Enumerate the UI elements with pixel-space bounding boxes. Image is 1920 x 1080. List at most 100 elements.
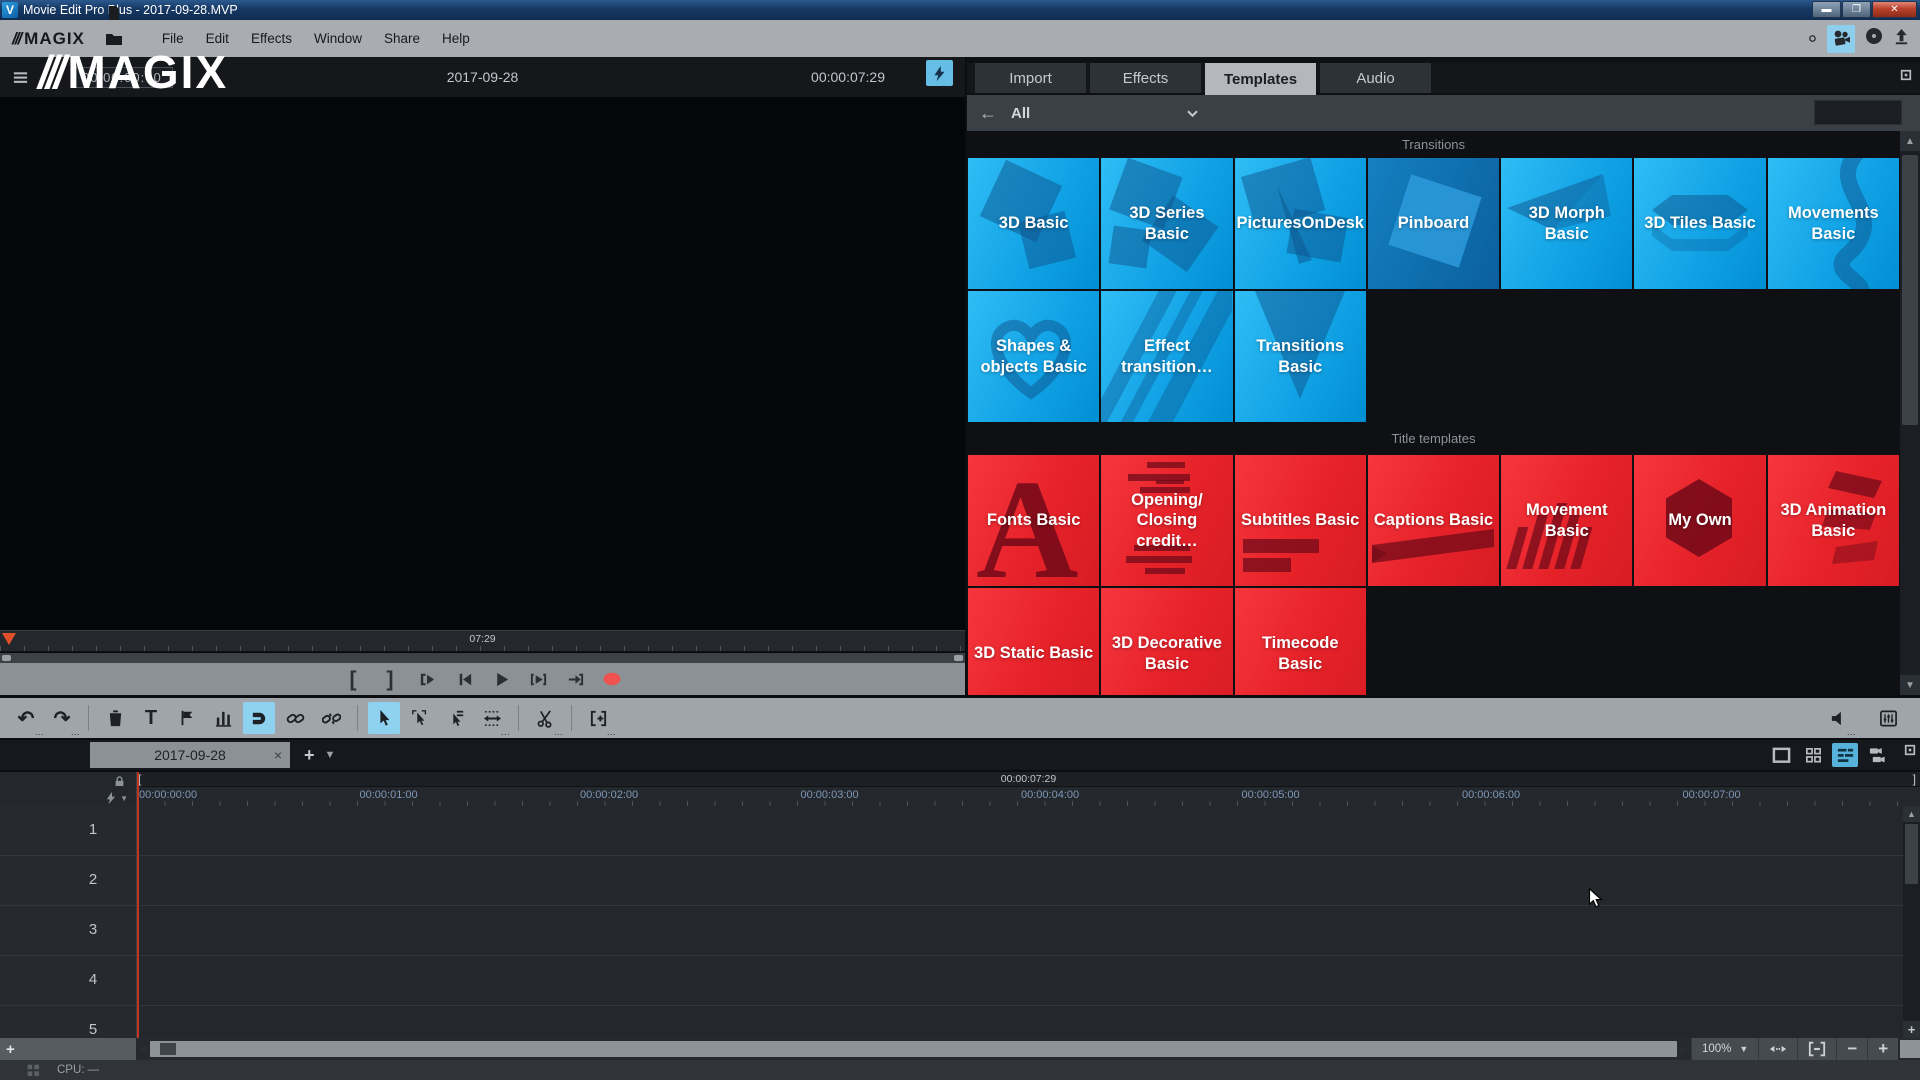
zoom-fit-width-button[interactable] bbox=[1758, 1038, 1797, 1060]
add-track-button[interactable]: + bbox=[1903, 1021, 1920, 1038]
template-tile-opening-closing-credit[interactable]: Opening/ Closing credit… bbox=[1101, 455, 1233, 586]
menu-help[interactable]: Help bbox=[433, 27, 479, 50]
jump-to-start-button[interactable] bbox=[416, 666, 438, 692]
template-tile-3d-animation-basic[interactable]: 3D Animation Basic bbox=[1767, 455, 1899, 586]
close-button[interactable]: ✕ bbox=[1872, 1, 1917, 18]
delete-button[interactable] bbox=[99, 702, 131, 734]
multicam-mode-button[interactable] bbox=[1864, 743, 1890, 767]
tab-list-dropdown-icon[interactable]: ▼ bbox=[325, 749, 336, 761]
preview-scrollbar[interactable] bbox=[0, 653, 965, 663]
mouse-mode-object-button[interactable] bbox=[404, 702, 436, 734]
scroll-down-icon[interactable]: ▼ bbox=[1900, 675, 1920, 695]
template-tile-3d-decorative-basic[interactable]: 3D Decorative Basic bbox=[1101, 588, 1233, 695]
track-header[interactable] bbox=[0, 956, 137, 1005]
set-marker-button[interactable] bbox=[171, 702, 203, 734]
redo-button[interactable]: ↷ bbox=[46, 702, 80, 738]
preview-scrub-ruler[interactable]: 07:29 bbox=[0, 630, 965, 652]
zoom-out-button[interactable]: − bbox=[1836, 1038, 1867, 1060]
template-tile-my-own[interactable]: My Own bbox=[1634, 455, 1766, 586]
scrollbar-thumb[interactable] bbox=[1905, 824, 1918, 884]
template-tile-shapes-objects-basic[interactable]: Shapes & objects Basic bbox=[968, 291, 1100, 422]
mixer-button[interactable] bbox=[1872, 702, 1904, 734]
timeline-mode-button[interactable] bbox=[1832, 743, 1858, 767]
menu-file[interactable]: File bbox=[153, 27, 193, 50]
title-bar[interactable]: V Movie Edit Pro Plus - 2017-09-28.MVP ▬… bbox=[0, 0, 1920, 20]
menu-window[interactable]: Window bbox=[305, 27, 371, 50]
lock-icon[interactable] bbox=[113, 775, 126, 788]
track-header[interactable] bbox=[0, 856, 137, 905]
track-rows[interactable]: 1 2 3 4 5 bbox=[0, 806, 1903, 1056]
scroll-right-icon[interactable]: ▶ bbox=[1677, 1044, 1691, 1055]
video-camera-button[interactable] bbox=[1827, 24, 1855, 53]
template-tile-subtitles-basic[interactable]: Subtitles Basic bbox=[1234, 455, 1366, 586]
burn-disc-button[interactable] bbox=[1865, 27, 1883, 50]
hscrollbar-thumb[interactable] bbox=[159, 1043, 176, 1055]
mouse-mode-single-button[interactable] bbox=[368, 702, 400, 734]
maximize-button[interactable]: ❐ bbox=[1842, 1, 1871, 18]
menu-share[interactable]: Share bbox=[375, 27, 429, 50]
new-track-button[interactable]: + bbox=[0, 1038, 136, 1060]
timeline-playhead[interactable] bbox=[137, 772, 139, 1038]
menu-edit[interactable]: Edit bbox=[197, 27, 238, 50]
pool-undock-icon[interactable] bbox=[1900, 69, 1912, 81]
template-tile-3d-basic[interactable]: 3D Basic bbox=[968, 158, 1100, 289]
timeline-undock-icon[interactable] bbox=[1904, 744, 1916, 756]
track-row-4[interactable]: 4 bbox=[0, 956, 1903, 1006]
tab-audio[interactable]: Audio bbox=[1320, 63, 1431, 93]
zoom-in-button[interactable]: + bbox=[1867, 1038, 1898, 1060]
template-tile-fonts-basic[interactable]: A Fonts Basic bbox=[968, 455, 1100, 586]
template-tile-3d-static-basic[interactable]: 3D Static Basic bbox=[968, 588, 1100, 695]
pool-scrollbar-thumb[interactable] bbox=[1902, 155, 1918, 425]
automation-icon[interactable]: ▼ bbox=[104, 791, 128, 805]
timeline-range-bar[interactable]: [ 00:00:07:29 ] bbox=[137, 772, 1920, 787]
add-tab-button[interactable]: + bbox=[304, 745, 315, 766]
tab-import[interactable]: Import bbox=[975, 63, 1086, 93]
scroll-left-icon[interactable]: ◀ bbox=[136, 1044, 150, 1055]
scrollbar-left-handle[interactable] bbox=[2, 655, 11, 661]
open-folder-button[interactable] bbox=[99, 26, 129, 52]
scrollbar-right-handle[interactable] bbox=[954, 655, 963, 661]
scene-overview-mode-button[interactable] bbox=[1768, 743, 1794, 767]
record-state-button[interactable] bbox=[1808, 30, 1817, 48]
template-tile-movements-basic[interactable]: Movements Basic bbox=[1767, 158, 1899, 289]
back-arrow-icon[interactable]: ← bbox=[979, 104, 997, 122]
timeline-vertical-scrollbar[interactable]: ▲ + bbox=[1903, 806, 1920, 1038]
track-header[interactable] bbox=[0, 806, 137, 855]
audio-levels-button[interactable] bbox=[207, 702, 239, 734]
project-tab[interactable]: 2017-09-28 × bbox=[90, 742, 290, 768]
export-upload-button[interactable] bbox=[1893, 28, 1910, 50]
new-document-button[interactable] bbox=[99, 0, 129, 26]
track-row-2[interactable]: 2 bbox=[0, 856, 1903, 906]
template-tile-pinboard[interactable]: Pinboard bbox=[1367, 158, 1500, 289]
template-tile-movement-basic[interactable]: Movement Basic bbox=[1501, 455, 1633, 586]
scroll-up-icon[interactable]: ▲ bbox=[1900, 131, 1920, 151]
menu-effects[interactable]: Effects bbox=[242, 27, 301, 50]
storyboard-mode-button[interactable] bbox=[1800, 743, 1826, 767]
template-tile-transitions-basic[interactable]: Transitions Basic bbox=[1234, 291, 1366, 422]
search-input[interactable] bbox=[1814, 100, 1902, 125]
template-tile-captions-basic[interactable]: Captions Basic bbox=[1367, 455, 1500, 586]
chevron-down-icon[interactable] bbox=[1185, 106, 1200, 121]
jump-to-end-button[interactable] bbox=[564, 666, 586, 692]
preview-quality-button[interactable] bbox=[926, 60, 953, 90]
range-end-button[interactable]: ] bbox=[379, 666, 401, 692]
horizontal-scrollbar[interactable] bbox=[149, 1041, 1678, 1057]
group-button[interactable] bbox=[279, 702, 311, 734]
template-tile-effect-transition[interactable]: Effect transition… bbox=[1101, 291, 1233, 422]
template-tile-3d-series-basic[interactable]: 3D Series Basic bbox=[1101, 158, 1233, 289]
range-start-button[interactable]: [ bbox=[342, 666, 364, 692]
ungroup-button[interactable] bbox=[315, 702, 347, 734]
audio-output-button[interactable] bbox=[1822, 702, 1856, 737]
scroll-up-icon[interactable]: ▲ bbox=[1903, 806, 1920, 822]
template-tile-3d-morph-basic[interactable]: 3D Morph Basic bbox=[1501, 158, 1633, 289]
undo-button[interactable]: ↶ bbox=[10, 702, 44, 738]
track-header[interactable] bbox=[0, 906, 137, 955]
play-range-button[interactable] bbox=[527, 666, 549, 692]
tab-templates[interactable]: Templates bbox=[1205, 63, 1316, 95]
record-button[interactable] bbox=[601, 666, 623, 692]
pool-scrollbar[interactable]: ▲ ▼ bbox=[1900, 131, 1920, 695]
template-tile-picturesondesk[interactable]: PicturesOnDesk bbox=[1234, 158, 1366, 289]
play-button[interactable] bbox=[490, 666, 512, 692]
template-tile-timecode-basic[interactable]: Timecode Basic bbox=[1234, 588, 1366, 695]
close-tab-icon[interactable]: × bbox=[274, 747, 282, 763]
